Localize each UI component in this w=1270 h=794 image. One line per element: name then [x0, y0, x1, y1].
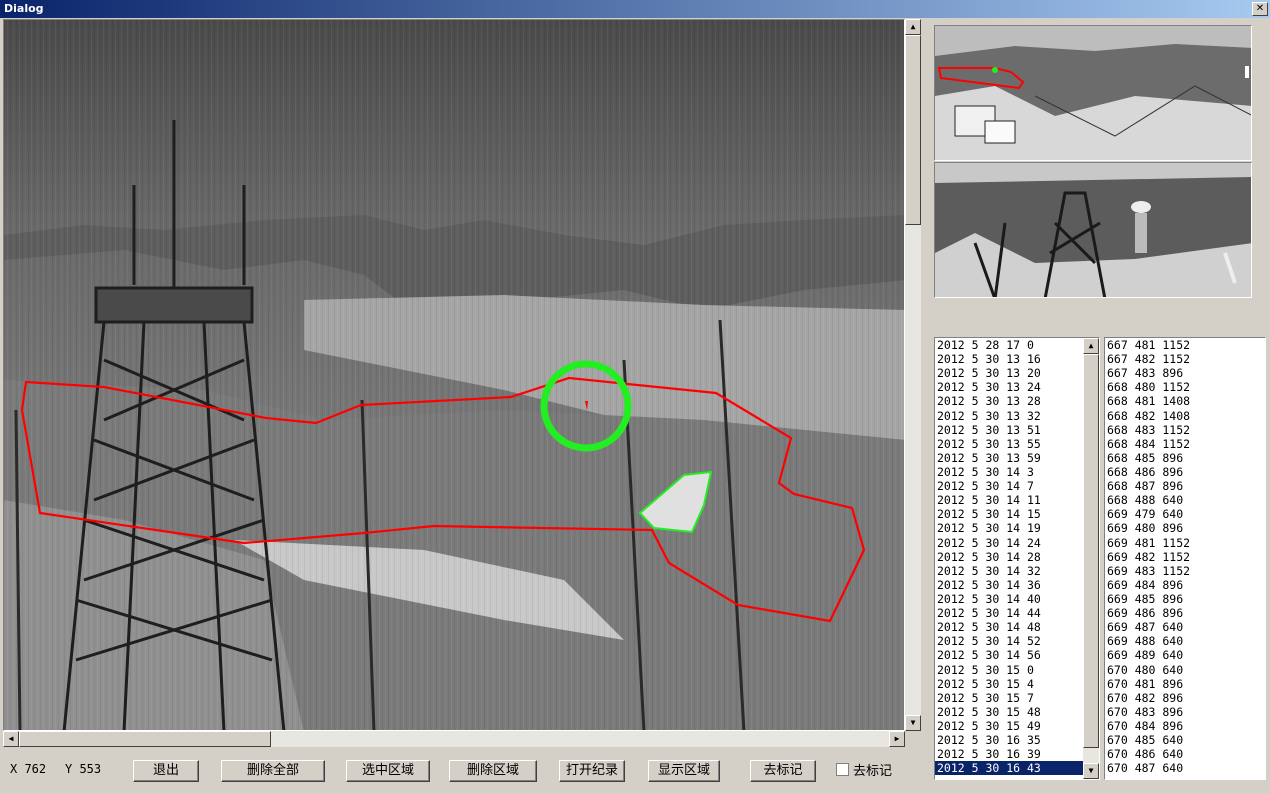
- time-list-item[interactable]: 2012 5 30 14 3: [935, 465, 1099, 479]
- point-list-item[interactable]: 669 481 1152: [1105, 536, 1265, 550]
- point-list-item[interactable]: 667 481 1152: [1105, 338, 1265, 352]
- scroll-down-arrow-icon[interactable]: ▼: [905, 715, 921, 731]
- select-region-button[interactable]: 选中区域: [346, 760, 430, 782]
- horizontal-scroll-thumb[interactable]: [19, 731, 271, 747]
- point-list-item[interactable]: 668 481 1408: [1105, 394, 1265, 408]
- point-list-item[interactable]: 670 480 640: [1105, 663, 1265, 677]
- time-list-item[interactable]: 2012 5 30 14 48: [935, 620, 1099, 634]
- time-list-item[interactable]: 2012 5 30 14 36: [935, 578, 1099, 592]
- time-list-item[interactable]: 2012 5 30 13 51: [935, 423, 1099, 437]
- time-list-item[interactable]: 2012 5 30 16 43: [935, 761, 1099, 776]
- time-list-item[interactable]: 2012 5 30 15 7: [935, 691, 1099, 705]
- time-list-item[interactable]: 2012 5 30 16 39: [935, 747, 1099, 761]
- time-list-item[interactable]: 2012 5 30 13 24: [935, 380, 1099, 394]
- scroll-down-arrow-icon[interactable]: ▼: [1083, 763, 1099, 779]
- point-list-item[interactable]: 667 483 896: [1105, 366, 1265, 380]
- checkbox-box[interactable]: [836, 763, 849, 776]
- time-list-item[interactable]: 2012 5 30 15 0: [935, 663, 1099, 677]
- time-list-item[interactable]: 2012 5 30 14 52: [935, 634, 1099, 648]
- time-list-item[interactable]: 2012 5 30 14 15: [935, 507, 1099, 521]
- point-list-item[interactable]: 669 488 640: [1105, 634, 1265, 648]
- time-list-item[interactable]: 2012 5 30 14 32: [935, 564, 1099, 578]
- time-list-item[interactable]: 2012 5 30 13 28: [935, 394, 1099, 408]
- point-list-item[interactable]: 670 485 640: [1105, 733, 1265, 747]
- point-list-item[interactable]: 668 485 896: [1105, 451, 1265, 465]
- vertical-scroll-thumb[interactable]: [905, 35, 921, 225]
- point-list-item[interactable]: 669 489 640: [1105, 648, 1265, 662]
- show-region-button[interactable]: 显示区域: [648, 760, 720, 782]
- delete-all-button[interactable]: 删除全部: [221, 760, 325, 782]
- time-list-scrollbar[interactable]: ▲ ▼: [1083, 338, 1099, 779]
- time-list-item[interactable]: 2012 5 30 14 11: [935, 493, 1099, 507]
- point-list-item[interactable]: 668 482 1408: [1105, 409, 1265, 423]
- time-list-item[interactable]: 2012 5 30 14 7: [935, 479, 1099, 493]
- time-list-item[interactable]: 2012 5 28 17 0: [935, 338, 1099, 352]
- point-list-item[interactable]: 669 486 896: [1105, 606, 1265, 620]
- open-record-button[interactable]: 打开纪录: [559, 760, 625, 782]
- point-list-item[interactable]: 670 482 896: [1105, 691, 1265, 705]
- point-list-item[interactable]: 670 481 896: [1105, 677, 1265, 691]
- time-list-item[interactable]: 2012 5 30 13 16: [935, 352, 1099, 366]
- time-list-item[interactable]: 2012 5 30 14 40: [935, 592, 1099, 606]
- scroll-right-arrow-icon[interactable]: ▶: [889, 731, 905, 747]
- point-list-item[interactable]: 668 483 1152: [1105, 423, 1265, 437]
- time-list-item[interactable]: 2012 5 30 14 28: [935, 550, 1099, 564]
- point-list-item[interactable]: 669 479 640: [1105, 507, 1265, 521]
- scroll-up-arrow-icon[interactable]: ▲: [905, 19, 921, 35]
- time-list-item[interactable]: 2012 5 30 16 35: [935, 733, 1099, 747]
- point-list-item[interactable]: 669 482 1152: [1105, 550, 1265, 564]
- point-list-item[interactable]: 670 487 640: [1105, 761, 1265, 775]
- viewer-vertical-scrollbar[interactable]: ▲ ▼: [905, 19, 921, 731]
- point-list-item[interactable]: 669 480 896: [1105, 521, 1265, 535]
- y-coordinate-readout: Y 553: [65, 762, 102, 776]
- point-list-item[interactable]: 670 486 640: [1105, 747, 1265, 761]
- point-list-item[interactable]: 670 483 896: [1105, 705, 1265, 719]
- point-list-item[interactable]: 669 485 896: [1105, 592, 1265, 606]
- time-record-list[interactable]: 2012 5 28 17 0 2012 5 30 13 16 2012 5 30 1…: [934, 337, 1100, 780]
- title-bar: Dialog ✕: [0, 0, 1270, 18]
- close-icon[interactable]: ✕: [1252, 2, 1268, 16]
- time-list-item[interactable]: 2012 5 30 13 55: [935, 437, 1099, 451]
- time-list-item[interactable]: 2012 5 30 13 20: [935, 366, 1099, 380]
- x-coordinate-readout: X 762: [10, 762, 47, 776]
- time-list-item[interactable]: 2012 5 30 14 19: [935, 521, 1099, 535]
- time-list-item[interactable]: 2012 5 30 15 48: [935, 705, 1099, 719]
- point-list-item[interactable]: 668 484 1152: [1105, 437, 1265, 451]
- thermal-scene[interactable]: [4, 20, 905, 731]
- time-list-item[interactable]: 2012 5 30 14 24: [935, 536, 1099, 550]
- scroll-up-arrow-icon[interactable]: ▲: [1083, 338, 1099, 354]
- time-list-item[interactable]: 2012 5 30 15 4: [935, 677, 1099, 691]
- window-title: Dialog: [4, 2, 44, 15]
- point-list-item[interactable]: 669 483 1152: [1105, 564, 1265, 578]
- point-list-item[interactable]: 668 486 896: [1105, 465, 1265, 479]
- time-list-item[interactable]: 2012 5 30 13 59: [935, 451, 1099, 465]
- point-list-item[interactable]: 669 484 896: [1105, 578, 1265, 592]
- pixel-value-list[interactable]: 667 481 1152 667 482 1152 667 483 896 668 4…: [1104, 337, 1266, 780]
- time-list-item[interactable]: 2012 5 30 14 44: [935, 606, 1099, 620]
- point-list-item[interactable]: 670 484 896: [1105, 719, 1265, 733]
- time-list-item[interactable]: 2012 5 30 15 49: [935, 719, 1099, 733]
- point-list-item[interactable]: 667 482 1152: [1105, 352, 1265, 366]
- scroll-left-arrow-icon[interactable]: ◀: [3, 731, 19, 747]
- checkbox-label: 去标记: [853, 764, 893, 779]
- remove-mark-button[interactable]: 去标记: [750, 760, 816, 782]
- exit-button[interactable]: 退出: [133, 760, 199, 782]
- preview-image-bottom: [934, 162, 1252, 298]
- delete-region-button[interactable]: 删除区域: [449, 760, 537, 782]
- time-list-item[interactable]: 2012 5 30 13 32: [935, 409, 1099, 423]
- preview-image-top: [934, 25, 1252, 161]
- point-list-item[interactable]: 668 480 1152: [1105, 380, 1265, 394]
- point-list-item[interactable]: 669 487 640: [1105, 620, 1265, 634]
- viewer-horizontal-scrollbar[interactable]: ◀ ▶: [3, 731, 905, 747]
- main-image-viewer[interactable]: [3, 19, 905, 731]
- point-list-item[interactable]: 668 488 640: [1105, 493, 1265, 507]
- remove-mark-checkbox[interactable]: 去标记: [836, 760, 892, 779]
- time-list-scroll-thumb[interactable]: [1083, 354, 1099, 748]
- time-list-item[interactable]: 2012 5 30 14 56: [935, 648, 1099, 662]
- point-list-item[interactable]: 668 487 896: [1105, 479, 1265, 493]
